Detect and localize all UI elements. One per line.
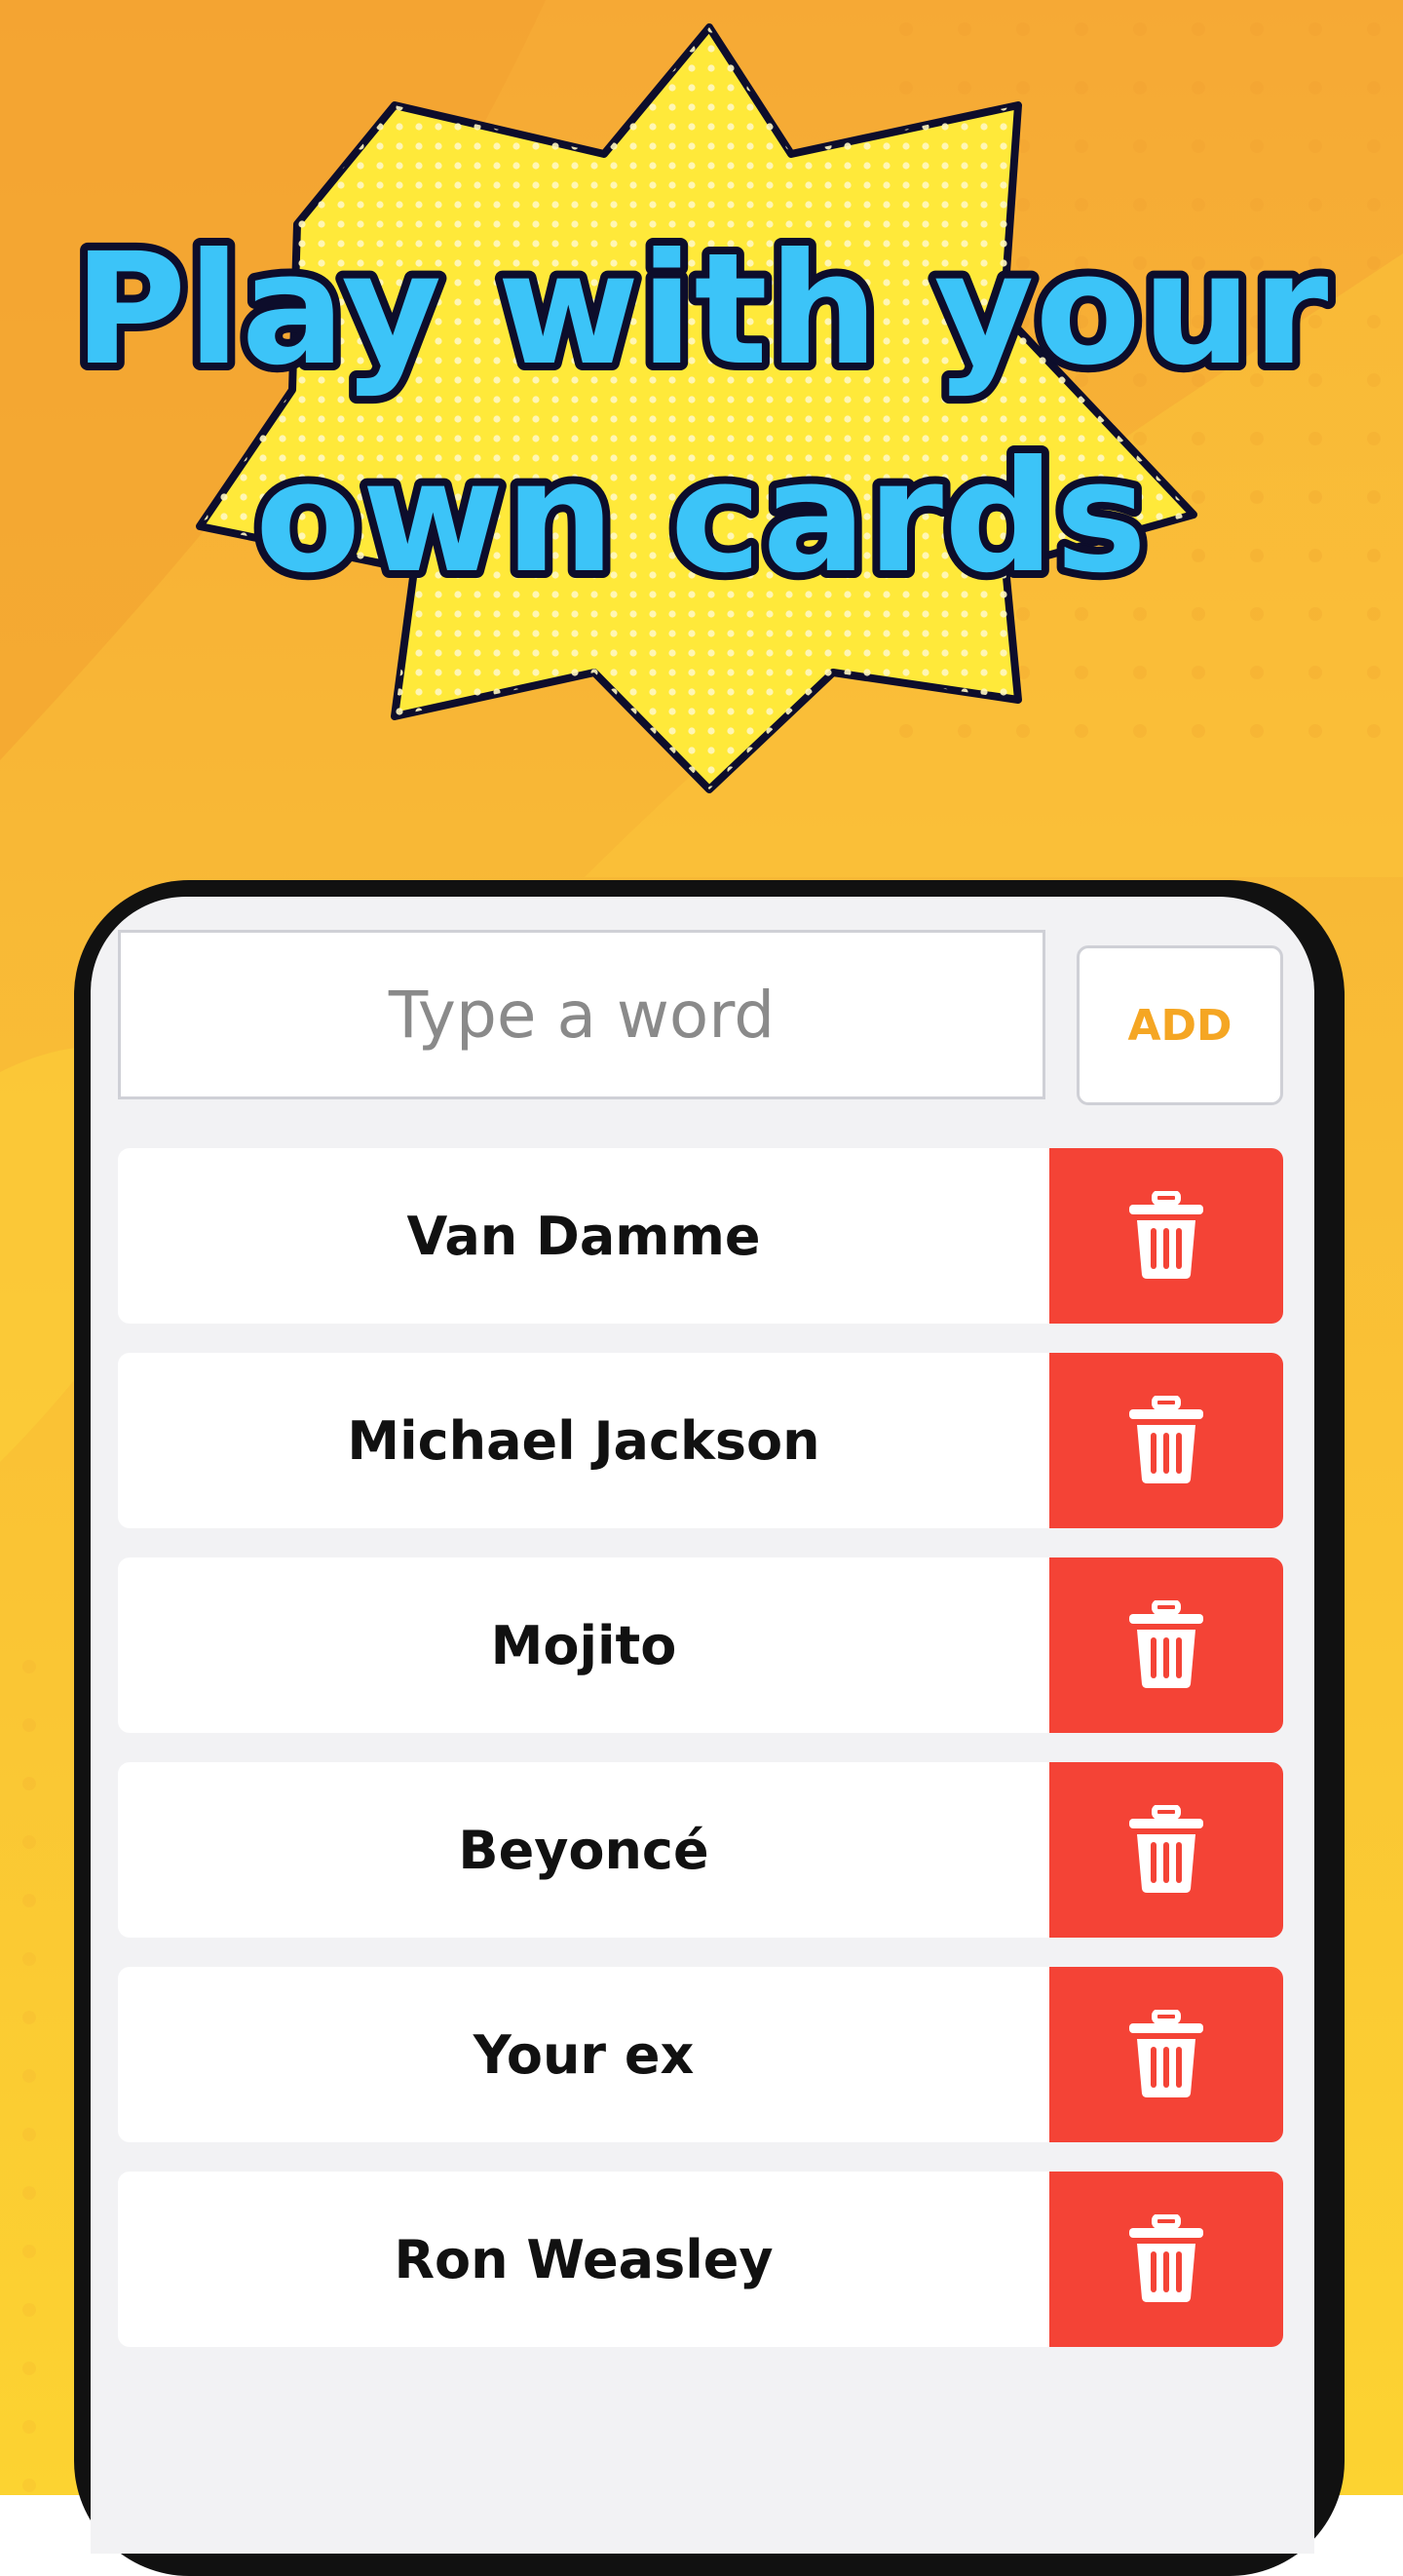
card-label: Your ex (473, 2023, 695, 2086)
delete-button[interactable] (1049, 2172, 1283, 2347)
card-row: Ron Weasley (118, 2172, 1283, 2347)
add-button-label: ADD (1127, 1000, 1232, 1051)
trash-icon (1129, 1191, 1203, 1279)
headline-line-1: Play with your (74, 220, 1330, 400)
trash-icon (1129, 1396, 1203, 1483)
delete-button[interactable] (1049, 1557, 1283, 1733)
card-row: Michael Jackson (118, 1353, 1283, 1528)
trash-icon (1129, 2214, 1203, 2302)
delete-button[interactable] (1049, 1148, 1283, 1324)
trash-icon (1129, 2010, 1203, 2097)
delete-button[interactable] (1049, 1353, 1283, 1528)
card-label: Mojito (490, 1614, 677, 1676)
card-label: Ron Weasley (394, 2228, 774, 2290)
card-row: Van Damme (118, 1148, 1283, 1324)
trash-icon (1129, 1805, 1203, 1893)
add-button[interactable]: ADD (1077, 945, 1283, 1105)
card-label: Michael Jackson (347, 1409, 820, 1472)
card-row: Mojito (118, 1557, 1283, 1733)
card-label: Beyoncé (458, 1819, 709, 1881)
delete-button[interactable] (1049, 1762, 1283, 1938)
card-label: Van Damme (406, 1205, 761, 1267)
card-list: Van Damme Michael Jackson Mojito Beyoncé… (118, 1148, 1283, 2376)
word-input[interactable] (118, 930, 1045, 1099)
burst-shape (196, 23, 1197, 793)
headline-line-2: own cards (255, 428, 1148, 607)
delete-button[interactable] (1049, 1967, 1283, 2142)
headline-banner: Play with your own cards (66, 23, 1336, 793)
trash-icon (1129, 1600, 1203, 1688)
card-row: Your ex (118, 1967, 1283, 2142)
phone-screen: ADD Van Damme Michael Jackson (91, 897, 1314, 2554)
card-row: Beyoncé (118, 1762, 1283, 1938)
